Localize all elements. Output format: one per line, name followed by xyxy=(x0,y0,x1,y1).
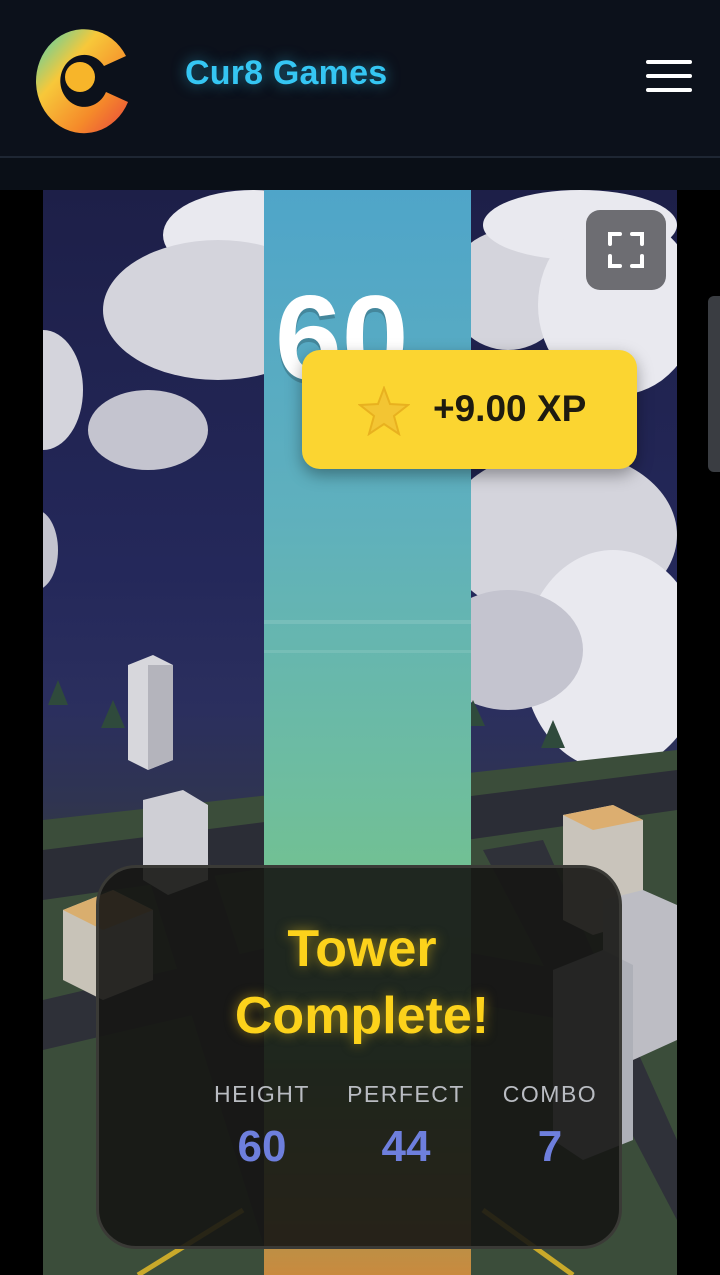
top-bar: Cur8 Games xyxy=(0,0,720,158)
stat-value: 7 xyxy=(537,1122,563,1171)
tower-complete-panel: Tower Complete! HEIGHT 60 PERFECT 44 COM… xyxy=(96,865,622,1249)
xp-amount: +9.00 XP xyxy=(433,388,587,429)
result-title-line2: Complete! xyxy=(234,987,490,1045)
stat-value: 44 xyxy=(381,1122,431,1171)
scrollbar[interactable] xyxy=(708,296,720,472)
stat-perfect: PERFECT 44 xyxy=(326,1081,486,1172)
stat-value: 60 xyxy=(237,1122,287,1171)
fullscreen-icon xyxy=(608,232,644,268)
hamburger-menu-icon[interactable] xyxy=(640,56,698,96)
result-title-line1: Tower xyxy=(287,920,437,978)
fullscreen-button[interactable] xyxy=(586,210,666,290)
header-divider-strip xyxy=(0,158,720,190)
brand-name[interactable]: Cur8 Games xyxy=(185,54,387,93)
stat-label: HEIGHT xyxy=(214,1081,310,1107)
star-icon xyxy=(358,386,410,436)
result-title: Tower Complete! xyxy=(99,916,625,1050)
stat-height: HEIGHT 60 xyxy=(182,1081,342,1172)
stat-label: COMBO xyxy=(502,1081,598,1107)
cur8-logo-icon[interactable] xyxy=(26,20,134,134)
game-canvas[interactable]: 60 +9.00 XP Tower Complete! HEIGHT 60 PE… xyxy=(43,190,677,1275)
xp-toast: +9.00 XP xyxy=(302,350,637,469)
stat-combo: COMBO 7 xyxy=(470,1081,630,1172)
stat-label: PERFECT xyxy=(347,1081,465,1107)
